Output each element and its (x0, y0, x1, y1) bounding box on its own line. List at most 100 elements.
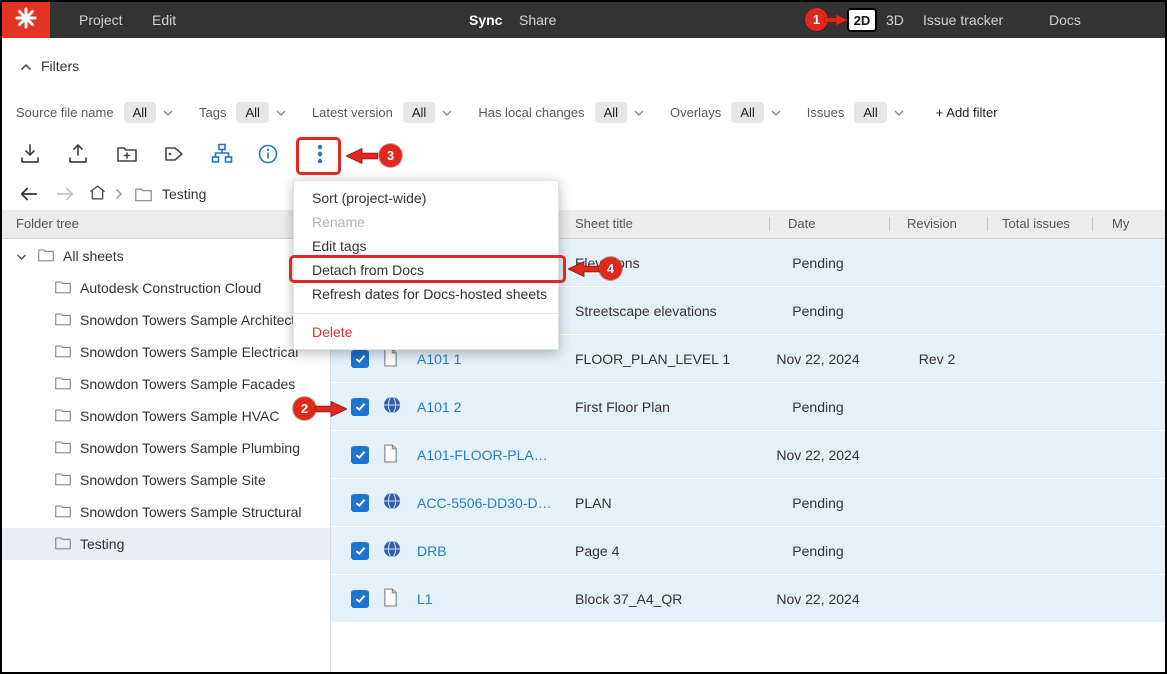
sheet-name-link[interactable]: A101 2 (417, 383, 461, 430)
tree-item-label: Snowdon Towers Sample Facades (80, 376, 295, 392)
menu-item-refresh-dates[interactable]: Refresh dates for Docs-hosted sheets (294, 282, 558, 306)
callout-4-arrow-icon (568, 260, 600, 278)
kebab-menu-icon (308, 142, 332, 171)
folder-icon (54, 439, 72, 458)
filter-source-file-name: Source file name All (16, 102, 173, 123)
app-logo[interactable] (2, 2, 50, 38)
tree-item[interactable]: Snowdon Towers Sample Electrical (2, 336, 330, 368)
breadcrumb-current[interactable]: Testing (162, 181, 206, 207)
tree-item-label: Snowdon Towers Sample HVAC (80, 408, 279, 424)
table-row[interactable]: A101 2 First Floor Plan Pending (331, 383, 1165, 431)
column-header-sheet-title[interactable]: Sheet title (575, 210, 633, 238)
filter-label: Issues (807, 105, 845, 120)
pane-header-strip: Folder tree Sheet title Date Revision To… (2, 210, 1165, 239)
filter-value-dropdown[interactable]: All (124, 102, 156, 123)
tab-3d[interactable]: 3D (886, 2, 904, 38)
nav-forward-button[interactable] (54, 181, 76, 207)
filter-label: Source file name (16, 105, 114, 120)
filter-value-dropdown[interactable]: All (403, 102, 435, 123)
menu-item-delete[interactable]: Delete (294, 320, 558, 344)
filter-value-dropdown[interactable]: All (236, 102, 268, 123)
more-actions-button[interactable] (307, 143, 333, 169)
column-header-my-issues[interactable]: My issues (1112, 210, 1165, 238)
filter-label: Latest version (312, 105, 393, 120)
sheet-name-link[interactable]: A101-FLOOR-PLA… (417, 431, 548, 478)
table-row[interactable]: ACC-5506-DD30-D… PLAN Pending (331, 479, 1165, 527)
new-folder-button[interactable] (114, 143, 140, 169)
folder-tree-button[interactable] (209, 143, 235, 169)
row-checkbox[interactable] (351, 494, 369, 512)
tree-item[interactable]: Snowdon Towers Sample Site (2, 464, 330, 496)
info-button[interactable] (255, 143, 281, 169)
filters-toggle[interactable]: Filters (20, 54, 79, 78)
filter-value-dropdown[interactable]: All (595, 102, 627, 123)
column-separator (769, 217, 770, 231)
sheet-revision (889, 527, 985, 574)
column-header-revision[interactable]: Revision (907, 210, 957, 238)
row-checkbox[interactable] (351, 398, 369, 416)
menu-item-sort[interactable]: Sort (project-wide) (294, 186, 558, 210)
sheet-name-link[interactable]: DRB (417, 527, 447, 574)
column-header-date[interactable]: Date (788, 210, 815, 238)
menu-item-detach-from-docs[interactable]: Detach from Docs (294, 258, 558, 282)
breadcrumb-separator (115, 181, 123, 207)
tag-button[interactable] (161, 143, 187, 169)
nav-back-button[interactable] (18, 181, 40, 207)
filter-value-dropdown[interactable]: All (854, 102, 886, 123)
tab-issue-tracker[interactable]: Issue tracker (923, 2, 1003, 38)
tree-item-testing-selected[interactable]: Testing (2, 528, 330, 560)
callout-3-badge: 3 (379, 144, 402, 167)
menu-project[interactable]: Project (79, 2, 123, 38)
table-row[interactable]: DRB Page 4 Pending (331, 527, 1165, 575)
sheet-title: PLAN (575, 479, 612, 526)
filter-value-dropdown[interactable]: All (731, 102, 763, 123)
filter-latest-version: Latest version All (312, 102, 452, 123)
globe-icon (383, 540, 401, 561)
row-checkbox[interactable] (351, 542, 369, 560)
sheet-date: Pending (768, 239, 868, 286)
tree-item[interactable]: Snowdon Towers Sample Architecture (2, 304, 330, 336)
menu-edit[interactable]: Edit (152, 2, 176, 38)
sheet-name-link[interactable]: L1 (417, 575, 433, 622)
sheet-date: Nov 22, 2024 (768, 335, 868, 382)
menu-item-edit-tags[interactable]: Edit tags (294, 234, 558, 258)
tree-item-all-sheets[interactable]: All sheets (2, 240, 330, 272)
tree-item[interactable]: Snowdon Towers Sample Structural (2, 496, 330, 528)
tree-item-label: All sheets (63, 248, 124, 264)
table-row[interactable]: L1 Block 37_A4_QR Nov 22, 2024 (331, 575, 1165, 623)
download-button[interactable] (17, 143, 43, 169)
upload-icon (66, 142, 90, 171)
sheet-date: Nov 22, 2024 (768, 575, 868, 622)
folder-icon (54, 407, 72, 426)
folder-icon (54, 471, 72, 490)
sheet-date: Pending (768, 479, 868, 526)
app-window: Project Edit Sync Share 2D 3D Issue trac… (0, 0, 1167, 674)
sheet-revision (889, 431, 985, 478)
row-checkbox[interactable] (351, 350, 369, 368)
folder-icon (54, 503, 72, 522)
sheet-name-link[interactable]: ACC-5506-DD30-D… (417, 479, 552, 526)
folder-tree-pane-title: Folder tree (16, 210, 79, 238)
menu-item-rename[interactable]: Rename (294, 210, 558, 234)
chevron-down-icon (442, 103, 452, 121)
home-button[interactable] (88, 181, 107, 207)
add-filter-button[interactable]: + Add filter (936, 105, 998, 120)
top-bar: Project Edit Sync Share 2D 3D Issue trac… (2, 2, 1165, 38)
folder-tree-icon (210, 142, 234, 171)
menu-share[interactable]: Share (519, 2, 556, 38)
tab-docs[interactable]: Docs (1049, 2, 1081, 38)
tree-item[interactable]: Snowdon Towers Sample HVAC (2, 400, 330, 432)
sheet-date: Pending (768, 527, 868, 574)
table-row[interactable]: A101-FLOOR-PLA… Nov 22, 2024 (331, 431, 1165, 479)
row-checkbox[interactable] (351, 446, 369, 464)
upload-button[interactable] (65, 143, 91, 169)
tree-item[interactable]: Snowdon Towers Sample Facades (2, 368, 330, 400)
info-icon (256, 142, 280, 171)
tree-item[interactable]: Autodesk Construction Cloud (2, 272, 330, 304)
column-header-total-issues[interactable]: Total issues (1002, 210, 1070, 238)
chevron-down-icon[interactable] (16, 248, 27, 264)
tree-item[interactable]: Snowdon Towers Sample Plumbing (2, 432, 330, 464)
context-menu: Sort (project-wide) Rename Edit tags Det… (293, 180, 559, 350)
menu-sync[interactable]: Sync (469, 2, 502, 38)
row-checkbox[interactable] (351, 590, 369, 608)
